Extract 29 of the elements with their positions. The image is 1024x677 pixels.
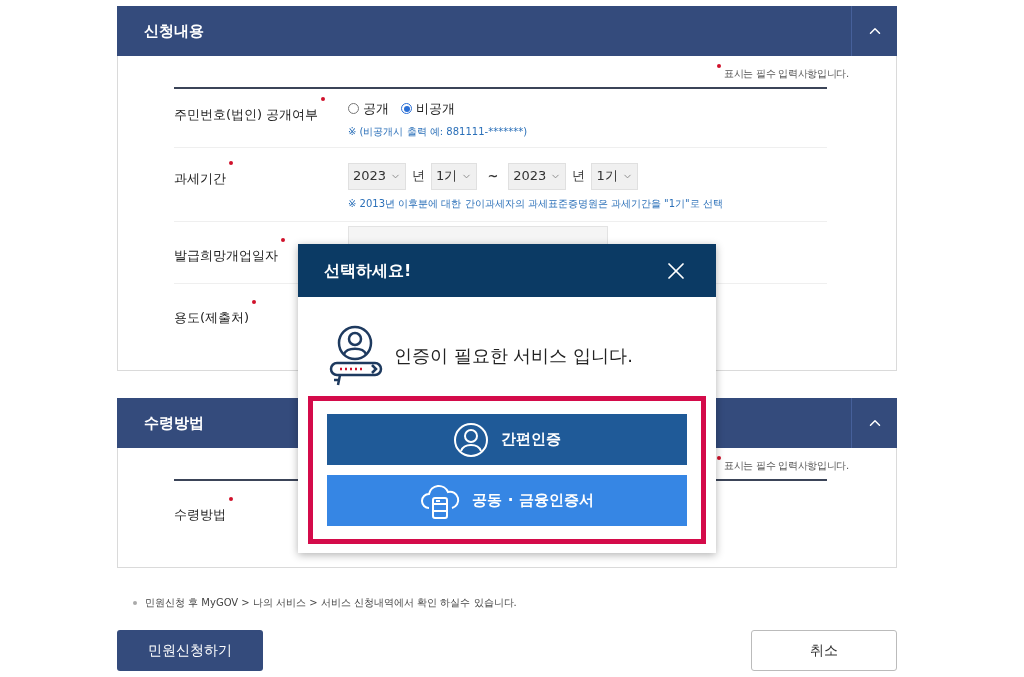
auth-option-button[interactable]: 공동 · 금융인증서 xyxy=(327,475,687,526)
dialog-title: 선택하세요! xyxy=(324,259,412,282)
cancel-button[interactable]: 취소 xyxy=(751,630,897,671)
user-password-icon xyxy=(328,323,384,387)
submit-button[interactable]: 민원신청하기 xyxy=(117,630,263,671)
section-title: 신청내용 xyxy=(144,20,204,42)
year-unit: 년 xyxy=(412,167,426,186)
hint-text: ※ (비공개시 출력 예: 881111-*******) xyxy=(348,124,528,139)
required-note: 표시는 필수 입력사항입니다. xyxy=(723,459,849,473)
dialog-message: 인증이 필요한 서비스 입니다. xyxy=(394,343,633,368)
section-title: 수령방법 xyxy=(144,412,204,434)
year-unit: 년 xyxy=(572,167,586,186)
required-note: 표시는 필수 입력사항입니다. xyxy=(723,67,849,81)
info-note: 민원신청 후 MyGOV > 나의 서비스 > 서비스 신청내역에서 확인 하실수 있습니다. xyxy=(145,596,517,610)
select-field[interactable]: 1기 xyxy=(431,162,478,190)
field-label: 발급희망개업일자 xyxy=(174,247,278,263)
range-separator: ~ xyxy=(487,167,499,186)
user-circle-icon xyxy=(453,421,489,458)
radio-option[interactable]: 비공개 xyxy=(401,99,455,119)
auth-option-button[interactable]: 간편인증 xyxy=(327,414,687,465)
radio-option[interactable]: 공개 xyxy=(348,99,389,119)
select-field[interactable]: 1기 xyxy=(591,162,638,190)
select-field[interactable]: 2023 xyxy=(348,162,407,190)
hint-text: ※ 2013년 이후분에 대한 간이과세자의 과세표준증명원은 과세기간을 "1기"로 선택 xyxy=(348,196,723,211)
field-label: 과세기간 xyxy=(174,170,226,186)
select-field[interactable]: 2023 xyxy=(508,162,567,190)
field-label: 수령방법 xyxy=(174,507,226,522)
field-label: 주민번호(법인) 공개여부 xyxy=(174,107,319,122)
field-label: 용도(제출처) xyxy=(174,310,250,325)
